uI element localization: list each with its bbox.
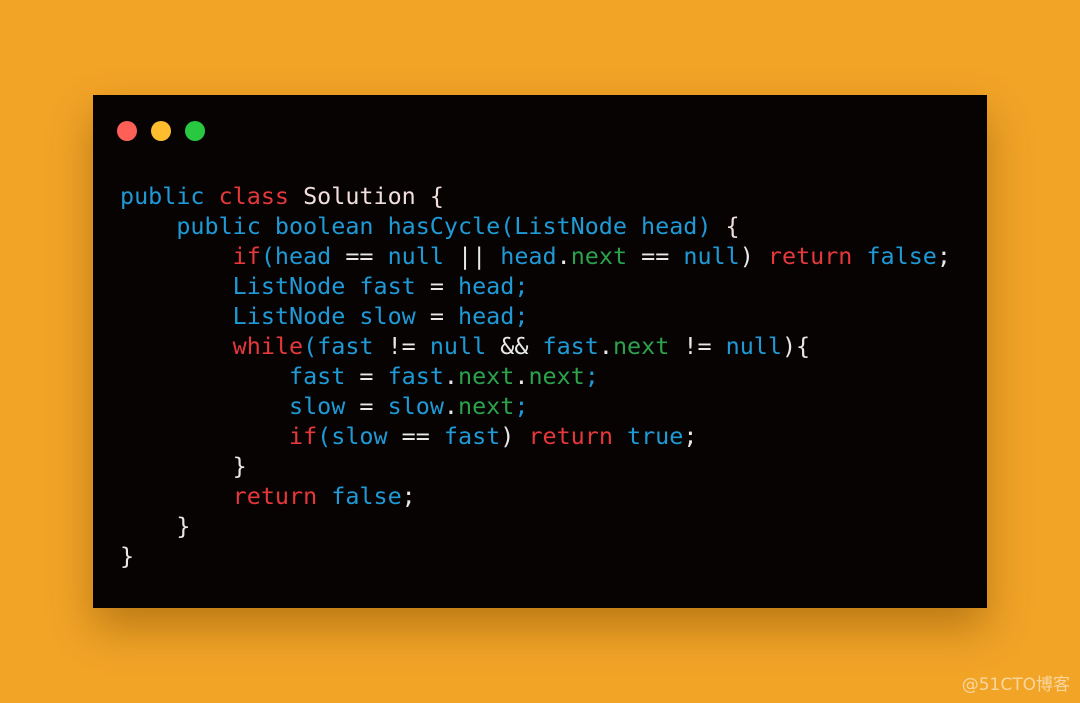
- code-token: false: [331, 482, 402, 510]
- code-token: (slow: [317, 422, 402, 450]
- code-token: ;: [401, 482, 416, 510]
- code-token: next: [570, 242, 642, 270]
- code-token: ;: [514, 392, 529, 420]
- code-token: head;: [457, 272, 529, 300]
- code-token: next: [458, 362, 515, 390]
- code-line: return false;: [120, 481, 951, 511]
- code-token: ){: [781, 332, 811, 360]
- code-token: null: [725, 332, 782, 360]
- code-line: if(slow == fast) return true;: [120, 421, 951, 451]
- code-token: next: [458, 392, 515, 420]
- code-token: false: [866, 242, 937, 270]
- code-line: }: [120, 451, 951, 481]
- code-token: .: [443, 362, 459, 390]
- code-token: public boolean hasCycle(ListNode head): [120, 212, 726, 240]
- code-line: public boolean hasCycle(ListNode head) {: [120, 211, 951, 241]
- code-token: }: [120, 512, 191, 540]
- code-token: slow: [387, 392, 444, 420]
- code-token: head;: [457, 302, 529, 330]
- code-block: public class Solution { public boolean h…: [120, 181, 951, 571]
- code-line: fast = fast.next.next;: [120, 361, 951, 391]
- code-token: =: [359, 392, 388, 420]
- code-token: if: [232, 242, 261, 270]
- close-button[interactable]: [117, 121, 137, 141]
- code-token: ): [739, 242, 768, 270]
- code-line: while(fast != null && fast.next != null)…: [120, 331, 951, 361]
- code-token: fast: [387, 362, 444, 390]
- watermark: @51CTO博客: [961, 675, 1070, 695]
- minimize-button[interactable]: [151, 121, 171, 141]
- code-token: ): [500, 422, 529, 450]
- code-line: if(head == null || head.next == null) re…: [120, 241, 951, 271]
- code-token: ||: [458, 242, 501, 270]
- code-token: .: [443, 392, 459, 420]
- code-line: }: [120, 541, 951, 571]
- code-token: null: [387, 242, 459, 270]
- code-token: }: [120, 542, 135, 570]
- code-token: ;: [936, 242, 951, 270]
- code-token: .: [514, 362, 529, 390]
- code-token: ListNode slow: [120, 302, 430, 330]
- code-token: }: [120, 452, 247, 480]
- code-token: (head: [260, 242, 346, 270]
- code-token: ==: [641, 242, 684, 270]
- code-token: Solution {: [303, 182, 444, 210]
- code-token: return: [767, 242, 867, 270]
- code-token: =: [429, 302, 458, 330]
- code-token: while: [232, 332, 304, 360]
- code-token: null: [683, 242, 740, 270]
- code-token: next: [528, 362, 585, 390]
- code-token: public: [120, 182, 219, 210]
- code-token: return: [232, 482, 332, 510]
- code-token: return: [528, 422, 628, 450]
- code-token: next: [612, 332, 684, 360]
- code-token: .: [556, 242, 571, 270]
- code-token: {: [725, 212, 740, 240]
- code-token: head: [500, 242, 557, 270]
- code-token: class: [218, 182, 304, 210]
- code-token: ==: [401, 422, 444, 450]
- code-token: fast: [443, 422, 501, 450]
- code-token: &&: [500, 332, 543, 360]
- code-token: fast: [542, 332, 599, 360]
- code-token: fast: [120, 362, 360, 390]
- code-line: slow = slow.next;: [120, 391, 951, 421]
- maximize-button[interactable]: [185, 121, 205, 141]
- code-token: =: [429, 272, 458, 300]
- code-token: (fast: [303, 332, 388, 360]
- code-token: ==: [345, 242, 388, 270]
- code-token: slow: [120, 392, 360, 420]
- code-token: ;: [584, 362, 599, 390]
- code-line: }: [120, 511, 951, 541]
- code-token: ListNode fast: [120, 272, 430, 300]
- code-token: null: [429, 332, 501, 360]
- code-token: =: [359, 362, 388, 390]
- code-token: !=: [683, 332, 726, 360]
- code-token: ;: [683, 422, 698, 450]
- code-token: !=: [387, 332, 430, 360]
- code-line: ListNode fast = head;: [120, 271, 951, 301]
- code-window: public class Solution { public boolean h…: [93, 95, 987, 608]
- code-token: if: [289, 422, 318, 450]
- code-line: public class Solution {: [120, 181, 951, 211]
- code-token: .: [598, 332, 613, 360]
- code-token: true: [627, 422, 684, 450]
- code-line: ListNode slow = head;: [120, 301, 951, 331]
